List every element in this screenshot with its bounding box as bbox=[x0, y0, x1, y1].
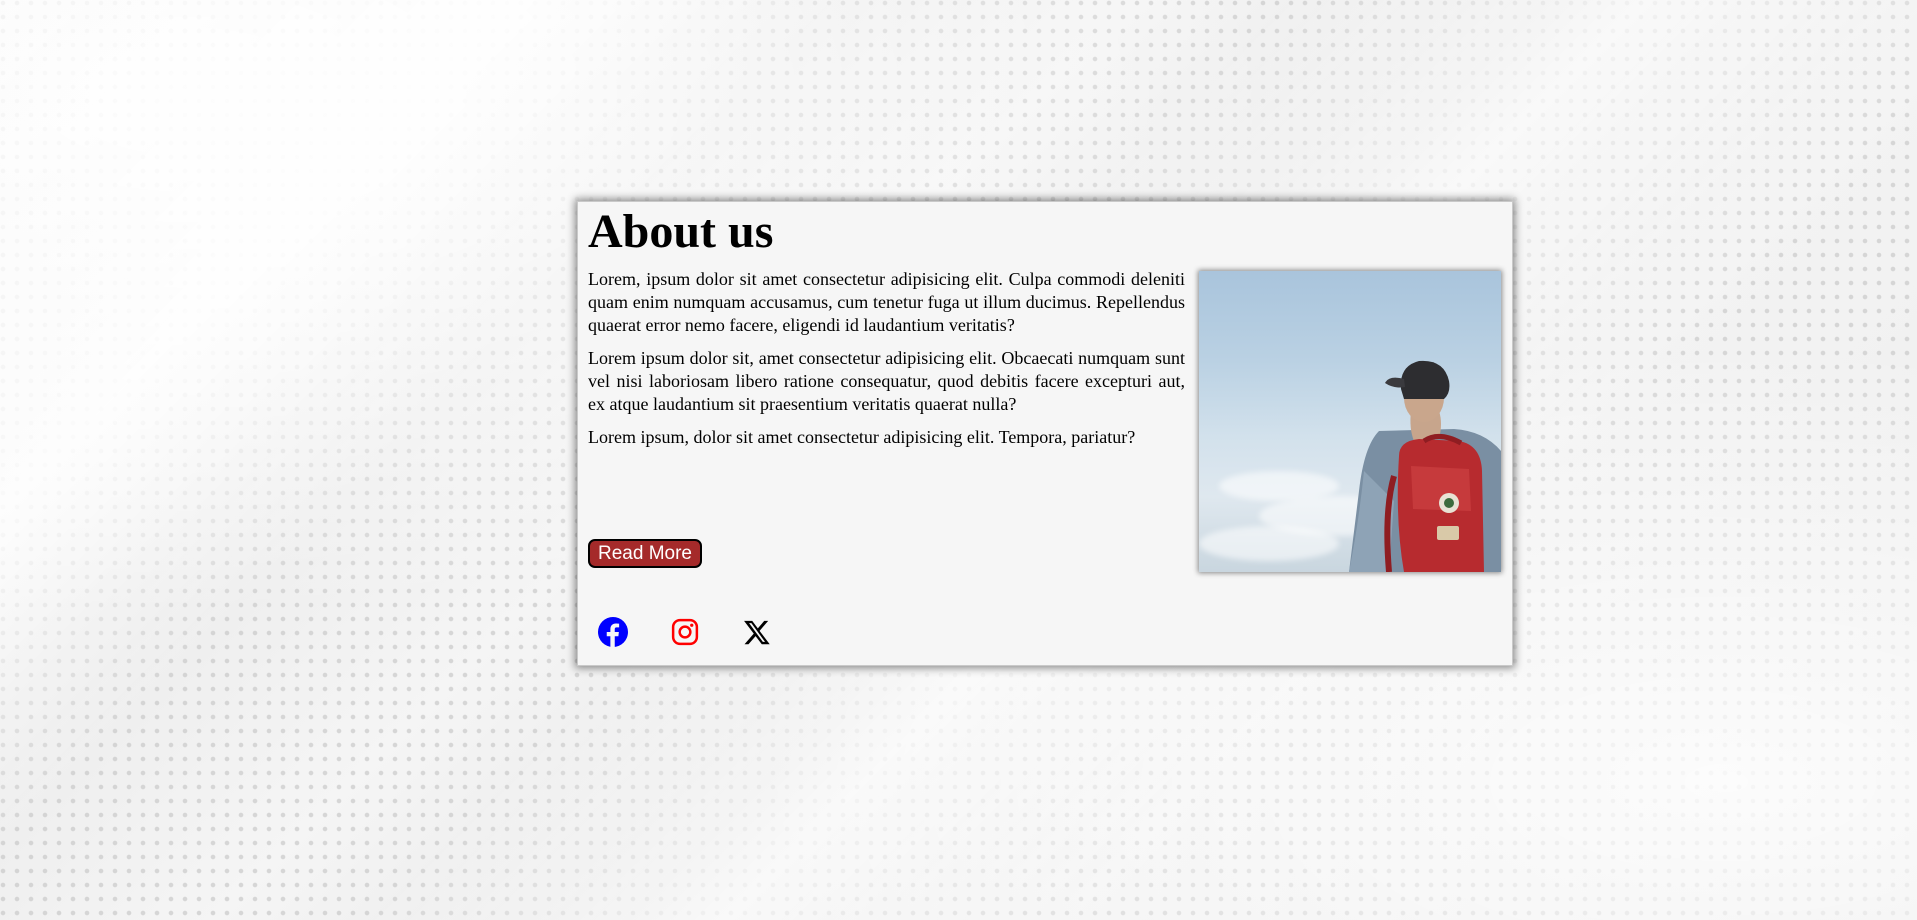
about-card: About us Lorem, ipsum dolor sit amet con… bbox=[577, 201, 1513, 666]
about-paragraph-2: Lorem ipsum dolor sit, amet consectetur … bbox=[588, 348, 1185, 414]
about-paragraph-3: Lorem ipsum, dolor sit amet consectetur … bbox=[588, 427, 1136, 447]
page-title: About us bbox=[588, 205, 774, 258]
about-paragraph-1: Lorem, ipsum dolor sit amet consectetur … bbox=[588, 269, 1185, 335]
x-twitter-link[interactable] bbox=[740, 615, 774, 649]
facebook-link[interactable] bbox=[596, 615, 630, 649]
backpacker-illustration bbox=[1349, 360, 1501, 572]
facebook-icon bbox=[598, 617, 628, 647]
instagram-icon bbox=[671, 618, 699, 646]
about-text: Lorem, ipsum dolor sit amet consectetur … bbox=[588, 268, 1185, 459]
x-twitter-icon bbox=[744, 620, 770, 645]
instagram-link[interactable] bbox=[668, 615, 702, 649]
read-more-button[interactable]: Read More bbox=[588, 539, 702, 568]
about-photo bbox=[1199, 271, 1501, 572]
